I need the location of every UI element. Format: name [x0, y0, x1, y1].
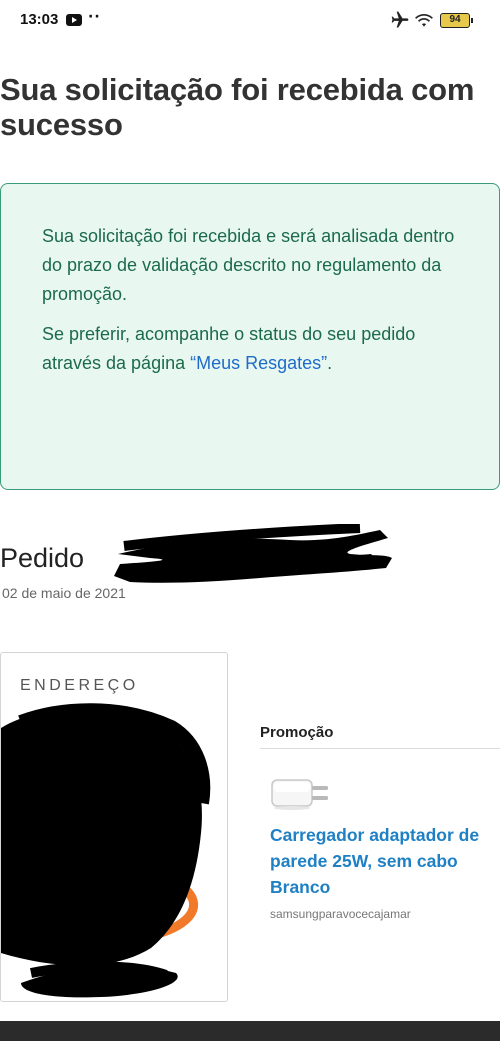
youtube-icon: [66, 14, 82, 26]
status-time: 13:03: [20, 11, 59, 28]
address-redaction: [1, 703, 211, 998]
address-card: ENDEREÇO Brasil: [0, 652, 228, 1002]
wifi-icon: [415, 14, 433, 27]
address-label: ENDEREÇO: [20, 677, 139, 694]
success-message-box: Sua solicitação foi recebida e será anal…: [0, 183, 500, 490]
promotion-divider: [260, 748, 500, 749]
product-name-link[interactable]: Carregador adaptador de parede 25W, sem …: [270, 822, 495, 900]
order-date: 02 de maio de 2021: [2, 585, 126, 601]
address-country: Brasil: [21, 930, 59, 947]
meus-resgates-link[interactable]: “Meus Resgates”: [190, 353, 327, 373]
bottom-bar: [0, 1021, 500, 1041]
product-seller: samsungparavocecajamar: [270, 907, 411, 921]
order-number-redaction: [114, 524, 392, 583]
promotion-label: Promoção: [260, 724, 334, 741]
notification-dots: ··: [88, 9, 101, 25]
info-paragraph-1: Sua solicitação foi recebida e será anal…: [42, 226, 455, 304]
order-title: Pedido: [0, 543, 85, 573]
info-paragraph-2-suffix: .: [327, 353, 333, 373]
page-title: Sua solicitação foi recebida com sucesso: [0, 72, 475, 142]
info-paragraph-2: Se preferir, acompanhe o status do seu p…: [42, 320, 479, 378]
airplane-mode-icon: [391, 11, 409, 28]
charger-product-image[interactable]: [268, 768, 338, 812]
status-bar: 13:03 ·· 94: [0, 0, 500, 44]
battery-icon: 94: [440, 13, 473, 28]
